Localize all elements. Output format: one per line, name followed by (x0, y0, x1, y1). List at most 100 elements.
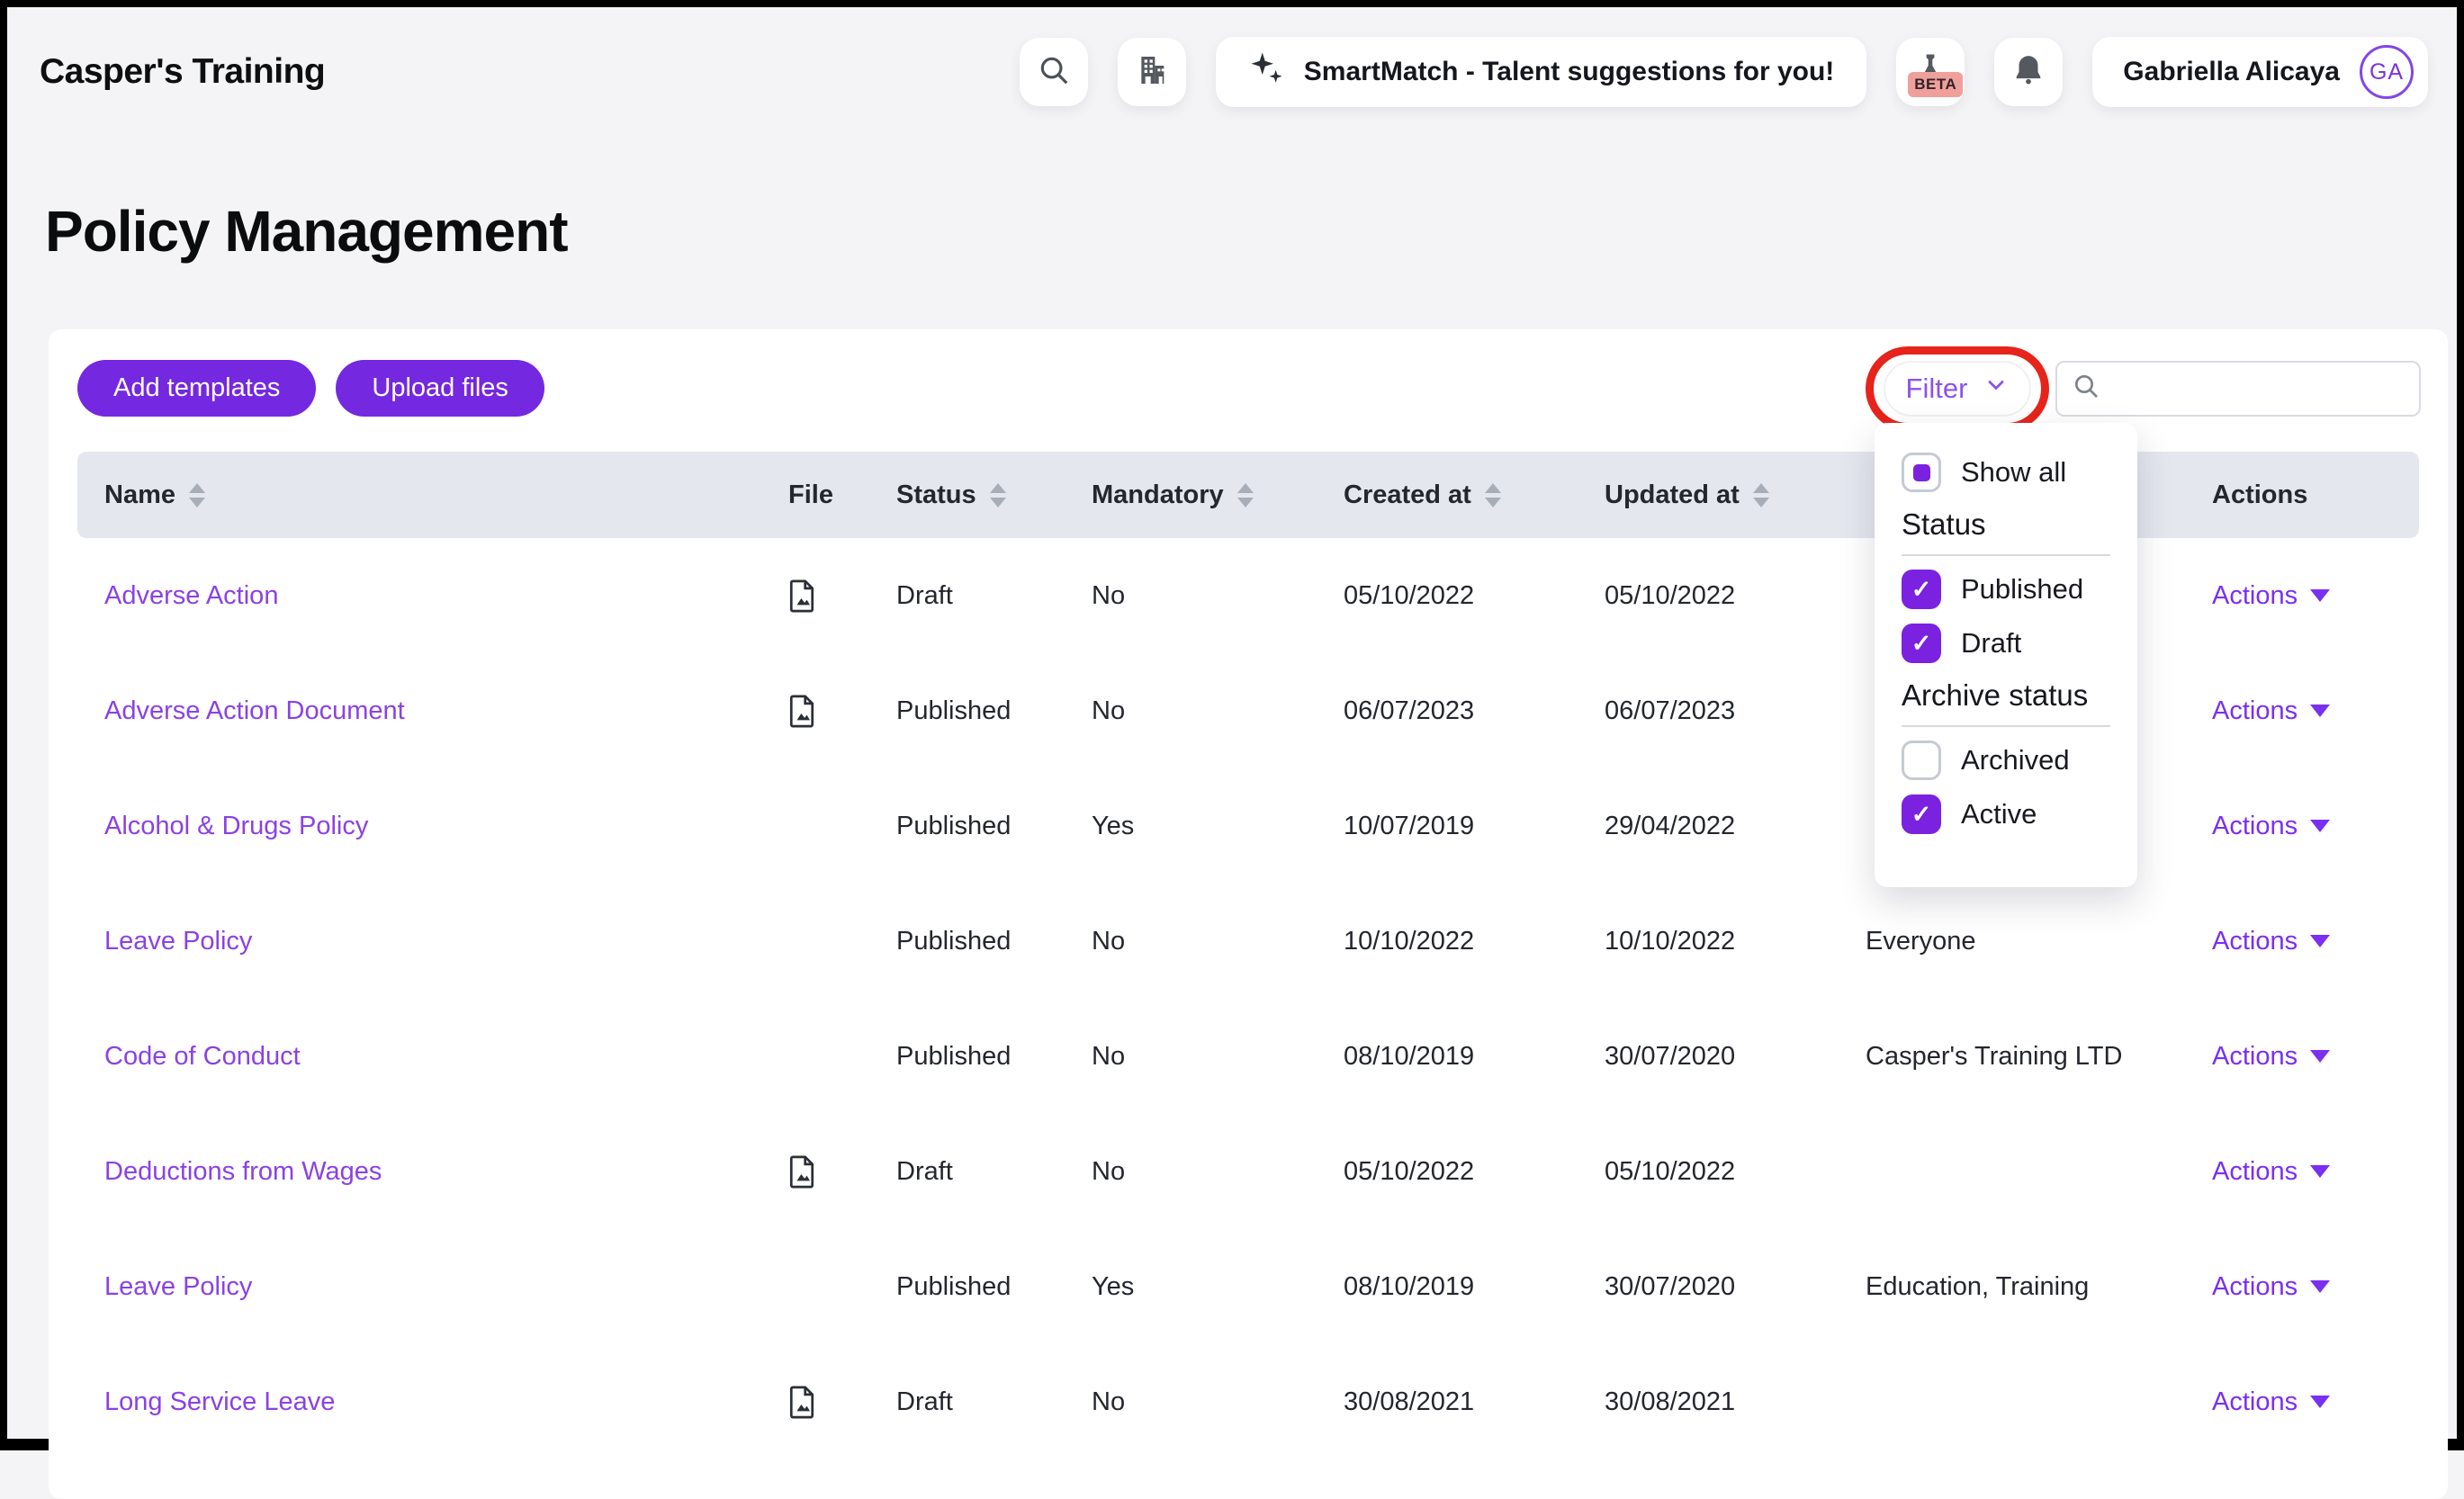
policy-name-link[interactable]: Alcohol & Drugs Policy (104, 812, 368, 840)
policy-name-link[interactable]: Code of Conduct (104, 1042, 301, 1071)
column-header-updated-at[interactable]: Updated at (1578, 452, 1839, 538)
user-name: Gabriella Alicaya (2123, 57, 2340, 87)
checkbox-checked-icon[interactable]: ✓ (1902, 624, 1941, 663)
caret-down-icon (2310, 1280, 2330, 1293)
filter-option-show-all[interactable]: Show all (1902, 452, 2110, 493)
page-title: Policy Management (45, 198, 568, 265)
sort-arrows-icon (990, 483, 1006, 507)
created-at-cell: 10/10/2022 (1317, 884, 1578, 999)
updated-at-cell: 06/07/2023 (1578, 653, 1839, 768)
policy-management-page: Casper's Training (7, 7, 2457, 1439)
audience-cell: Everyone (1839, 884, 2185, 999)
policy-name-link[interactable]: Long Service Leave (104, 1387, 335, 1416)
policy-name-link[interactable]: Leave Policy (104, 1272, 252, 1301)
filter-option-active[interactable]: ✓ Active (1902, 794, 2110, 835)
organisation-button[interactable] (1118, 38, 1186, 106)
row-actions-button[interactable]: Actions (2212, 927, 2330, 956)
file-document-icon (788, 695, 869, 728)
policy-name-link[interactable]: Adverse Action (104, 581, 278, 610)
updated-at-cell: 05/10/2022 (1578, 538, 1839, 653)
search-icon (1037, 53, 1071, 92)
beta-badge: BETA (1908, 72, 1963, 97)
filter-dropdown: Show all Status ✓ Published ✓ Draft Arch… (1875, 423, 2137, 887)
row-actions-button[interactable]: Actions (2212, 812, 2330, 841)
search-icon (2072, 372, 2100, 405)
labs-button[interactable]: BETA (1896, 38, 1965, 106)
created-at-cell: 05/10/2022 (1317, 538, 1578, 653)
audience-cell: Casper's Training LTD (1839, 999, 2185, 1114)
search-input[interactable] (2111, 363, 2436, 415)
chevron-down-icon (1983, 373, 2009, 405)
filter-button[interactable]: Filter (1884, 361, 2031, 417)
table-row: Leave PolicyPublishedNo10/10/202210/10/2… (77, 884, 2419, 999)
column-header-mandatory[interactable]: Mandatory (1065, 452, 1317, 538)
policy-name-link[interactable]: Adverse Action Document (104, 696, 405, 725)
filter-option-draft[interactable]: ✓ Draft (1902, 623, 2110, 664)
created-at-cell: 08/10/2019 (1317, 999, 1578, 1114)
card-toolbar: Add templates Upload files Filter (77, 360, 2419, 417)
row-actions-button[interactable]: Actions (2212, 696, 2330, 726)
updated-at-cell: 10/10/2022 (1578, 884, 1839, 999)
sort-arrows-icon (189, 483, 205, 507)
status-cell: Draft (869, 538, 1065, 653)
smartmatch-banner-button[interactable]: SmartMatch - Talent suggestions for you! (1216, 37, 1867, 107)
checkbox-indeterminate-icon[interactable] (1902, 453, 1941, 492)
checkbox-checked-icon[interactable]: ✓ (1902, 794, 1941, 834)
policy-name-link[interactable]: Deductions from Wages (104, 1157, 382, 1186)
caret-down-icon (2310, 1396, 2330, 1408)
column-header-created-at[interactable]: Created at (1317, 452, 1578, 538)
row-actions-button[interactable]: Actions (2212, 1272, 2330, 1302)
add-templates-button[interactable]: Add templates (77, 360, 316, 417)
row-actions-button[interactable]: Actions (2212, 1157, 2330, 1187)
filter-wrap: Filter (1884, 361, 2031, 417)
column-header-name[interactable]: Name (77, 452, 761, 538)
caret-down-icon (2310, 589, 2330, 602)
checkbox-checked-icon[interactable]: ✓ (1902, 570, 1941, 609)
avatar: GA (2360, 45, 2414, 99)
global-search-button[interactable] (1020, 38, 1088, 106)
row-actions-button[interactable]: Actions (2212, 581, 2330, 611)
file-document-icon (788, 579, 869, 613)
status-cell: Published (869, 653, 1065, 768)
brand-title: Casper's Training (40, 52, 325, 92)
upload-files-button[interactable]: Upload files (336, 360, 544, 417)
created-at-cell: 08/10/2019 (1317, 1229, 1578, 1344)
mandatory-cell: No (1065, 1344, 1317, 1459)
filter-option-published[interactable]: ✓ Published (1902, 569, 2110, 610)
status-cell: Draft (869, 1114, 1065, 1229)
policy-name-link[interactable]: Leave Policy (104, 927, 252, 956)
column-header-file: File (761, 452, 869, 538)
mandatory-cell: No (1065, 538, 1317, 653)
sort-arrows-icon (1753, 483, 1769, 507)
mandatory-cell: No (1065, 653, 1317, 768)
status-cell: Draft (869, 1344, 1065, 1459)
table-row: Deductions from WagesDraftNo05/10/202205… (77, 1114, 2419, 1229)
mandatory-cell: No (1065, 1114, 1317, 1229)
notifications-button[interactable] (1994, 38, 2063, 106)
filter-label: Filter (1906, 373, 1968, 405)
created-at-cell: 30/08/2021 (1317, 1344, 1578, 1459)
bell-icon (2010, 52, 2046, 93)
row-actions-button[interactable]: Actions (2212, 1042, 2330, 1072)
status-cell: Published (869, 999, 1065, 1114)
filter-option-archived[interactable]: Archived (1902, 740, 2110, 781)
updated-at-cell: 30/08/2021 (1578, 1344, 1839, 1459)
audience-cell (1839, 1344, 2185, 1459)
top-bar: Casper's Training (7, 7, 2457, 137)
checkbox-unchecked-icon[interactable] (1902, 741, 1941, 780)
table-search (2055, 361, 2421, 417)
user-menu-button[interactable]: Gabriella Alicaya GA (2092, 37, 2428, 107)
mandatory-cell: No (1065, 884, 1317, 999)
divider (1902, 725, 2110, 727)
table-row: Code of ConductPublishedNo08/10/201930/0… (77, 999, 2419, 1114)
sort-arrows-icon (1237, 483, 1254, 507)
row-actions-button[interactable]: Actions (2212, 1387, 2330, 1417)
sort-arrows-icon (1485, 483, 1501, 507)
mandatory-cell: Yes (1065, 1229, 1317, 1344)
updated-at-cell: 30/07/2020 (1578, 999, 1839, 1114)
column-header-status[interactable]: Status (869, 452, 1065, 538)
smartmatch-label: SmartMatch - Talent suggestions for you! (1304, 57, 1835, 87)
created-at-cell: 06/07/2023 (1317, 653, 1578, 768)
audience-cell (1839, 1114, 2185, 1229)
caret-down-icon (2310, 705, 2330, 717)
